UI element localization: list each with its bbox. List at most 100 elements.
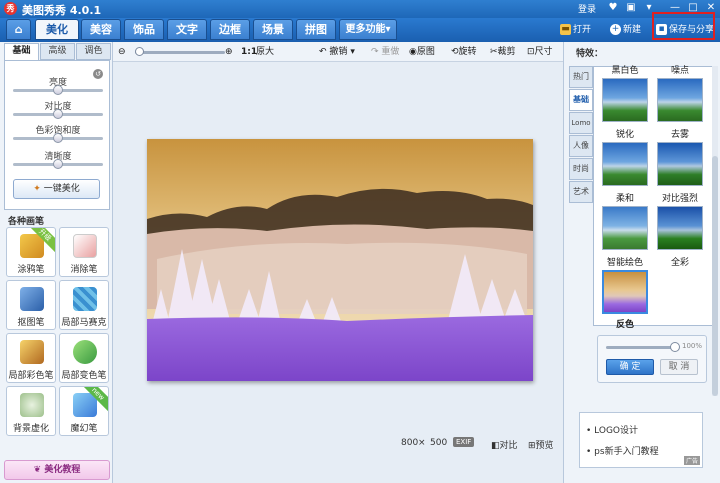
undo-label: 撤销 [329, 47, 348, 57]
edit-toolbar: ⊖ ⊕ 1:1 原大 ↶ 撤销 ▾ ↷ 重做 ◉原图 ⟲旋转 ✂裁剪 ⊡尺寸 [113, 42, 563, 62]
tool-label: 局部马赛克 [61, 318, 107, 328]
zoom-knob[interactable] [135, 47, 144, 56]
login-link[interactable]: 登录 [578, 2, 596, 15]
sharpness-slider[interactable] [13, 159, 103, 169]
scroll-thumb[interactable] [712, 156, 718, 396]
crop-button[interactable]: ✂裁剪 [490, 45, 516, 59]
basic-adjust-panel: ↺ 亮度 对比度 色彩饱和度 清晰度 ✦ 一键美化 [4, 60, 110, 210]
feedback-icon[interactable]: ♥ [606, 1, 620, 15]
vtab-fashion[interactable]: 时尚 [569, 158, 593, 180]
photo-canvas[interactable] [147, 139, 533, 381]
subtab-basic[interactable]: 基础 [4, 43, 39, 60]
effect-label: 黑白色 [611, 66, 639, 76]
tab-frames[interactable]: 边框 [210, 19, 250, 40]
compare-label: 对比 [499, 441, 518, 451]
rotate-button[interactable]: ⟲旋转 [451, 45, 477, 59]
tool-label: 局部彩色笔 [8, 371, 54, 381]
original-image-button[interactable]: ◉原图 [409, 45, 435, 59]
message-icon[interactable]: ▣ [624, 1, 638, 15]
saturation-knob[interactable] [53, 133, 63, 143]
redo-button[interactable]: ↷ 重做 [371, 45, 399, 59]
size-button[interactable]: ⊡尺寸 [527, 45, 553, 59]
status-bar: 800 × 500 EXIF ◧对比 ⊞预览 [113, 434, 563, 452]
effect-label: 锐化 [615, 130, 634, 140]
effect-noise[interactable]: 噪点 [656, 65, 704, 122]
size-label: 尺寸 [534, 47, 553, 57]
beautify-tutorial-button[interactable]: ❦ 美化教程 [4, 460, 110, 480]
subtab-advanced[interactable]: 高级 [40, 43, 75, 60]
image-height: 500 [430, 438, 448, 448]
preview-label: 预览 [535, 441, 554, 451]
tool-eraser-pen[interactable]: 消除笔 [59, 227, 109, 277]
effect-high-contrast[interactable]: 对比强烈 [656, 193, 704, 250]
tool-label: 涂鸦笔 [17, 265, 45, 275]
effect-full-color[interactable]: 全彩 [656, 257, 704, 269]
inverted-landscape-image [147, 139, 533, 381]
vtab-portrait[interactable]: 人像 [569, 135, 593, 157]
tab-scenes[interactable]: 场景 [253, 19, 293, 40]
tool-doodle-pen[interactable]: 升级 涂鸦笔 [6, 227, 56, 277]
effect-strength-knob[interactable] [670, 342, 680, 352]
effect-label: 反色 [615, 320, 634, 330]
contrast-slider[interactable] [13, 109, 103, 119]
tool-magic-pen[interactable]: new 魔幻笔 [59, 386, 109, 436]
paint-bucket-icon [73, 340, 97, 364]
title-bar: 秀 美图秀秀 4.0.1 登录 ♥ ▣ ▾ — □ ✕ [0, 0, 720, 18]
home-tab[interactable]: ⌂ [6, 19, 31, 40]
zoom-out-icon[interactable]: ⊖ [118, 45, 126, 59]
one-key-beautify-button[interactable]: ✦ 一键美化 [13, 179, 100, 199]
sharpness-knob[interactable] [53, 159, 63, 169]
exif-button[interactable]: EXIF [453, 437, 475, 447]
effect-dehaze[interactable]: 去雾 [656, 129, 704, 186]
contrast-knob[interactable] [53, 109, 63, 119]
zoom-slider[interactable] [135, 47, 225, 56]
effect-thumbnail [602, 142, 648, 186]
vtab-basic[interactable]: 基础 [569, 89, 593, 111]
undo-icon: ↶ [319, 47, 327, 57]
times-sign: × [418, 438, 426, 448]
tool-label: 抠图笔 [17, 318, 45, 328]
canvas-area: ⊖ ⊕ 1:1 原大 ↶ 撤销 ▾ ↷ 重做 ◉原图 ⟲旋转 ✂裁剪 ⊡尺寸 8… [113, 42, 563, 483]
tool-local-mosaic[interactable]: 局部马赛克 [59, 280, 109, 330]
effect-smart-color[interactable]: 智能绘色 [601, 257, 649, 314]
tool-cutout-pen[interactable]: 抠图笔 [6, 280, 56, 330]
undo-dropdown-icon[interactable]: ▾ [350, 47, 355, 57]
brightness-knob[interactable] [53, 85, 63, 95]
vtab-lomo[interactable]: Lomo [569, 112, 593, 134]
effect-strength-slider[interactable] [606, 342, 680, 352]
original-size-button[interactable]: 原大 [256, 45, 274, 59]
effect-thumbnail [602, 206, 648, 250]
ad-link-logo[interactable]: • LOGO设计 [586, 423, 638, 436]
tool-background-blur[interactable]: 背景虚化 [6, 386, 56, 436]
saturation-slider[interactable] [13, 133, 103, 143]
tab-beauty[interactable]: 美容 [81, 19, 121, 40]
app-logo-icon: 秀 [4, 2, 17, 15]
effect-bw[interactable]: 黑白色 [601, 65, 649, 122]
effects-scrollbar[interactable] [712, 66, 718, 396]
tool-local-color-pen[interactable]: 局部彩色笔 [6, 333, 56, 383]
tab-beautify[interactable]: 美化 [35, 19, 79, 40]
tab-more[interactable]: 更多功能▾ [339, 19, 397, 40]
ad-link-ps[interactable]: • ps新手入门教程 [586, 444, 659, 457]
tool-local-recolor-pen[interactable]: 局部变色笔 [59, 333, 109, 383]
compare-button[interactable]: ◧对比 [491, 438, 518, 451]
tab-accessories[interactable]: 饰品 [124, 19, 164, 40]
ratio-button[interactable]: 1:1 [241, 45, 257, 59]
undo-button[interactable]: ↶ 撤销 ▾ [319, 45, 355, 59]
new-button[interactable]: + 新建 [610, 22, 641, 38]
effect-cancel-button[interactable]: 取 消 [660, 359, 698, 375]
effect-sharpen[interactable]: 锐化 [601, 129, 649, 186]
vtab-art[interactable]: 艺术 [569, 181, 593, 203]
brightness-slider[interactable] [13, 85, 103, 95]
subtab-color[interactable]: 调色 [76, 43, 111, 60]
rotate-icon: ⟲ [451, 47, 459, 57]
effect-ok-button[interactable]: 确 定 [606, 359, 654, 375]
tab-collage[interactable]: 拼图 [296, 19, 336, 40]
preview-button[interactable]: ⊞预览 [528, 438, 554, 451]
tab-text[interactable]: 文字 [167, 19, 207, 40]
effect-invert[interactable]: 反色 [601, 319, 649, 331]
vtab-hot[interactable]: 热门 [569, 66, 593, 88]
open-button[interactable]: ▬ 打开 [560, 22, 591, 38]
effect-soft[interactable]: 柔和 [601, 193, 649, 250]
zoom-in-icon[interactable]: ⊕ [225, 45, 233, 59]
